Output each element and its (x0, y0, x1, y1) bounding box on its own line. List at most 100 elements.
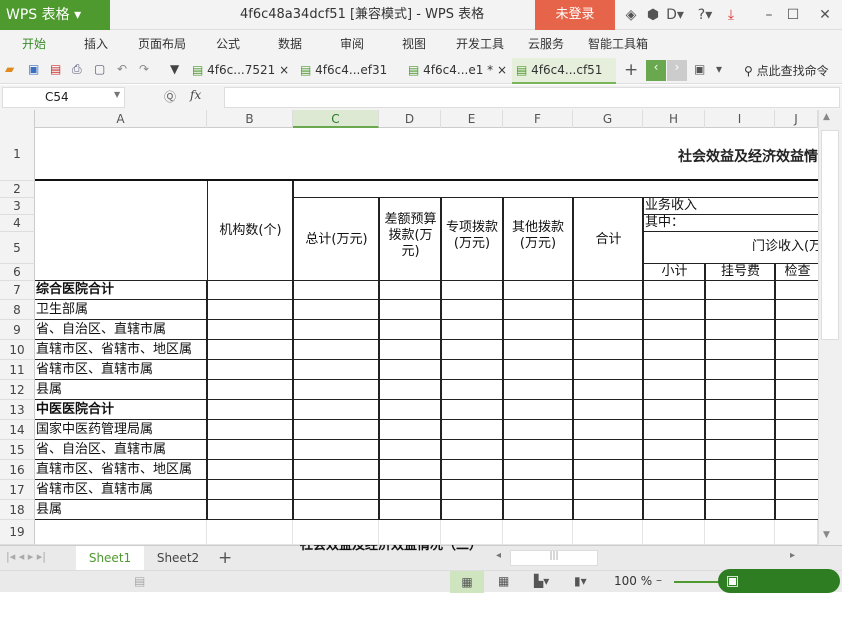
column-header-E[interactable]: E (441, 110, 503, 128)
menu-insert[interactable]: 插入 (84, 30, 108, 58)
row-header-11[interactable]: 11 (0, 360, 35, 380)
save-icon[interactable]: ▣ (28, 62, 39, 76)
column-header-C[interactable]: C (293, 110, 379, 128)
tab-scroll-left[interactable]: ‹ (646, 60, 666, 81)
cell[interactable] (379, 520, 441, 545)
skin-icon[interactable]: ◈ (620, 0, 642, 30)
print-icon[interactable]: ⎙ (72, 62, 82, 77)
menu-page-layout[interactable]: 页面布局 (138, 30, 186, 58)
row-header-4[interactable]: 4 (0, 215, 35, 232)
command-search[interactable]: ⚲ 点此查找命令 (744, 62, 829, 79)
row-header-5[interactable]: 5 (0, 232, 35, 264)
cell[interactable] (441, 520, 503, 545)
row-header-3[interactable]: 3 (0, 198, 35, 215)
more-dropdown-icon[interactable]: ▼ (170, 62, 179, 76)
row-header-13[interactable]: 13 (0, 400, 35, 420)
cell[interactable] (573, 520, 643, 545)
settings-icon[interactable]: ⬢ (642, 0, 664, 30)
export-pdf-icon[interactable]: ▤ (50, 62, 61, 76)
row-header-18[interactable]: 18 (0, 500, 35, 520)
scroll-up-icon[interactable]: ▲ (823, 112, 830, 122)
row-header-16[interactable]: 16 (0, 460, 35, 480)
row-header-15[interactable]: 15 (0, 440, 35, 460)
close-tab-icon[interactable]: × (279, 63, 289, 77)
column-header-J[interactable]: J (775, 110, 818, 128)
undo-icon[interactable]: ↶ (117, 62, 127, 76)
row-header-10[interactable]: 10 (0, 340, 35, 360)
row-header-6[interactable]: 6 (0, 264, 35, 281)
close-tab-icon[interactable]: × (497, 63, 507, 77)
row-header-9[interactable]: 9 (0, 320, 35, 340)
row-header-2[interactable]: 2 (0, 181, 35, 198)
login-button[interactable]: 未登录 (535, 0, 615, 30)
row-header-19[interactable]: 19 (0, 520, 35, 545)
scroll-down-icon[interactable]: ▼ (823, 530, 830, 540)
page-layout-icon[interactable]: ▙▾ (534, 574, 549, 588)
menu-developer[interactable]: 开发工具 (456, 30, 504, 58)
zoom-out-button[interactable]: – (656, 573, 662, 587)
menu-home[interactable]: 开始 (22, 30, 46, 58)
column-header-F[interactable]: F (503, 110, 573, 128)
download-icon[interactable]: ⤓ (720, 0, 742, 30)
sheet-nav-arrows[interactable]: |◂ ◂ ▸ ▸| (6, 550, 46, 563)
horizontal-scroll-thumb[interactable]: ||| (510, 550, 598, 566)
feedback-icon[interactable]: D▾ (664, 0, 686, 30)
fx-icon[interactable]: fx (190, 88, 201, 102)
tab-scroll-right[interactable]: › (667, 60, 687, 81)
menu-cloud[interactable]: 云服务 (528, 30, 564, 58)
menu-data[interactable]: 数据 (278, 30, 302, 58)
new-tab-button[interactable]: + (624, 60, 638, 80)
doc-tab[interactable]: ▤ 4f6c...7521 × (188, 58, 292, 84)
doc-tab[interactable]: ▤ 4f6c4...ef31 × (296, 58, 400, 101)
page-break-view-icon[interactable]: ▦ (498, 574, 509, 588)
select-all-button[interactable] (0, 110, 35, 128)
minimize-button[interactable]: – (758, 0, 780, 30)
row-header-14[interactable]: 14 (0, 420, 35, 440)
cell[interactable] (207, 520, 293, 545)
cell[interactable] (293, 520, 379, 545)
column-header-G[interactable]: G (573, 110, 643, 128)
menu-view[interactable]: 视图 (402, 30, 426, 58)
scroll-left-icon[interactable]: ◂ (496, 550, 501, 561)
zoom-formula-icon[interactable]: Ⓠ (164, 88, 176, 105)
present-icon[interactable]: ▣ (694, 62, 705, 76)
app-menu-button[interactable]: WPS 表格 ▾ (0, 0, 110, 30)
column-header-I[interactable]: I (705, 110, 775, 128)
row-header-8[interactable]: 8 (0, 300, 35, 320)
normal-view-icon[interactable]: ▦ (450, 571, 484, 593)
reading-mode-icon[interactable]: ▮▾ (574, 574, 587, 588)
sheet-tab-sheet1[interactable]: Sheet1 (76, 546, 144, 571)
cell[interactable] (705, 520, 775, 545)
close-button[interactable]: ✕ (814, 0, 836, 30)
menu-formula[interactable]: 公式 (216, 30, 240, 58)
column-header-H[interactable]: H (643, 110, 705, 128)
help-icon[interactable]: ?▾ (694, 0, 716, 30)
pin-icon[interactable]: ▾ (716, 62, 722, 76)
column-header-D[interactable]: D (379, 110, 441, 128)
cell[interactable] (35, 520, 207, 545)
formula-input[interactable] (224, 87, 840, 108)
vertical-scroll-thumb[interactable] (821, 130, 839, 340)
redo-icon[interactable]: ↷ (139, 62, 149, 76)
open-icon[interactable]: ▰ (5, 62, 14, 76)
cell[interactable] (643, 520, 705, 545)
doc-tab[interactable]: ▤ 4f6c4...e1 * × (404, 58, 508, 84)
row-header-12[interactable]: 12 (0, 380, 35, 400)
row-header-1[interactable]: 1 (0, 128, 35, 181)
row-header-17[interactable]: 17 (0, 480, 35, 500)
column-header-A[interactable]: A (35, 110, 207, 128)
sheet-tab-sheet2[interactable]: Sheet2 (148, 546, 208, 571)
doc-tab-active[interactable]: ▤ 4f6c4...cf51 × (512, 58, 616, 101)
macro-icon[interactable]: ▤ (134, 574, 145, 588)
vertical-scrollbar[interactable]: ▲ ▼ (818, 110, 842, 545)
cell[interactable] (775, 520, 818, 545)
add-sheet-button[interactable]: + (218, 548, 232, 568)
maximize-button[interactable]: ☐ (782, 0, 804, 30)
scroll-right-icon[interactable]: ▸ (790, 550, 795, 561)
menu-smart-tools[interactable]: 智能工具箱 (588, 30, 648, 58)
print-preview-icon[interactable]: ▢ (94, 62, 105, 76)
menu-review[interactable]: 审阅 (340, 30, 364, 58)
cell[interactable] (503, 520, 573, 545)
column-header-B[interactable]: B (207, 110, 293, 128)
name-box[interactable]: C54 (2, 87, 125, 108)
